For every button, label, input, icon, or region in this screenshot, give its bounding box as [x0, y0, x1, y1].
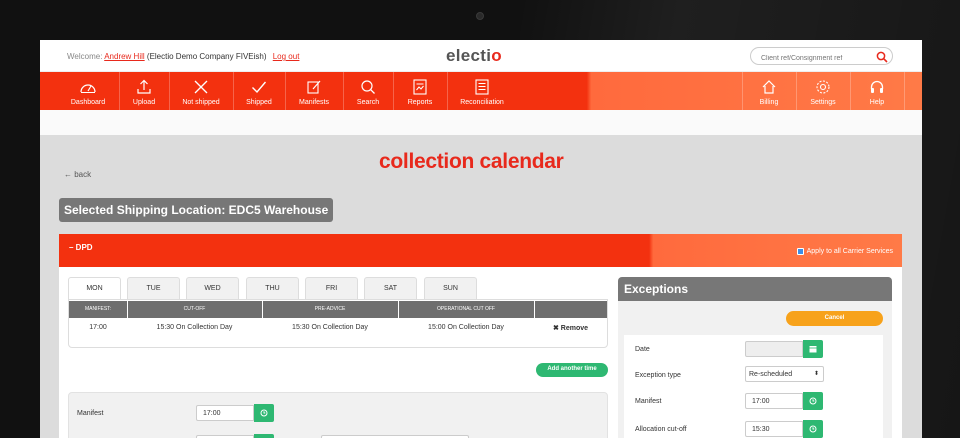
nav-reports[interactable]: Reports [394, 72, 446, 110]
exception-form: Date Exception type Re-scheduled ⬍ Manife… [624, 335, 883, 438]
subheader-strip [40, 110, 922, 135]
exception-type-value: Re-scheduled [749, 371, 793, 378]
date-input[interactable] [745, 341, 803, 357]
checkbox-icon[interactable] [796, 248, 804, 255]
logout-link[interactable]: Log out [273, 52, 300, 61]
nav-label: Not shipped [182, 99, 220, 106]
clock-icon[interactable] [254, 404, 274, 422]
nav-label: Search [356, 99, 380, 106]
exceptions-panel: Exceptions Cancel Date Exception type Re… [618, 277, 892, 438]
search-icon [360, 77, 376, 97]
allocation-cutoff-input[interactable]: 15:30 [745, 421, 803, 437]
tab-tue[interactable]: TUE [127, 277, 180, 299]
select-arrow-icon: ⬍ [813, 371, 819, 377]
nav-label: Dashboard [70, 99, 106, 106]
welcome-prefix: Welcome: [67, 52, 103, 61]
search-icon[interactable] [876, 50, 888, 63]
report-icon [413, 77, 427, 97]
exception-manifest-input[interactable]: 17:00 [745, 393, 803, 409]
nav-label: Shipped [246, 99, 272, 106]
col-divider [534, 301, 535, 318]
cell-cutoff: 15:30 On Collection Day [156, 324, 233, 331]
top-bar: Welcome: Andrew Hill (Electio Demo Compa… [40, 40, 922, 72]
back-link[interactable]: ← back [64, 170, 91, 179]
ledger-icon [475, 77, 489, 97]
clock-icon[interactable] [254, 434, 274, 438]
nav-label: Billing [759, 99, 779, 106]
calendar-icon[interactable] [803, 340, 823, 358]
nav-manifests[interactable]: Manifests [286, 72, 342, 110]
user-name-link[interactable]: Andrew Hill [104, 52, 144, 61]
nav-label: Upload [132, 99, 156, 106]
exception-type-select[interactable]: Re-scheduled ⬍ [745, 366, 824, 382]
cell-operational: 15:00 On Collection Day [428, 324, 504, 331]
nav-search[interactable]: Search [344, 72, 392, 110]
carrier-name[interactable]: – DPD [69, 243, 93, 252]
nav-dashboard[interactable]: Dashboard [58, 72, 118, 110]
nav-billing[interactable]: Billing [743, 72, 795, 110]
company-name: (Electio Demo Company FIVEish) [146, 52, 267, 61]
logo-main: electi [446, 46, 492, 65]
tab-fri[interactable]: FRI [305, 277, 358, 299]
manifest-label: Manifest [77, 410, 104, 417]
col-preadvice: PRE-ADVICE [314, 306, 346, 312]
tab-thu[interactable]: THU [246, 277, 299, 299]
page-title: collection calendar [379, 150, 564, 173]
exception-type-label: Exception type [635, 372, 681, 379]
date-label: Date [635, 346, 650, 353]
search-input[interactable] [750, 47, 893, 65]
tab-mon[interactable]: MON [68, 277, 121, 299]
cell-preadvice: 15:30 On Collection Day [292, 324, 368, 331]
tab-wed[interactable]: WED [186, 277, 239, 299]
home-icon [761, 77, 777, 97]
carrier-header[interactable]: – DPD Apply to all Carrier Services [59, 234, 902, 267]
tab-sat[interactable]: SAT [364, 277, 417, 299]
cancel-button[interactable]: Cancel [786, 311, 883, 326]
edit-icon [306, 77, 322, 97]
welcome-text: Welcome: Andrew Hill (Electio Demo Compa… [67, 52, 299, 61]
nav-label: Reconciliation [460, 99, 504, 106]
nav-settings[interactable]: Settings [797, 72, 849, 110]
nav-not-shipped[interactable]: Not shipped [170, 72, 232, 110]
col-operational: OPERATIONAL CUT OFF [437, 306, 495, 312]
nav-label: Reports [407, 99, 433, 106]
nav-upload[interactable]: Upload [120, 72, 168, 110]
exceptions-title: Exceptions [618, 277, 892, 301]
tab-sun[interactable]: SUN [424, 277, 477, 299]
clock-icon[interactable] [803, 392, 823, 410]
manifest-time-input[interactable]: 17:00 [196, 405, 254, 421]
cell-manifest: 17:00 [89, 324, 107, 331]
clock-icon[interactable] [803, 420, 823, 438]
logo-accent: o [491, 46, 502, 65]
apply-all-label: Apply to all Carrier Services [806, 248, 893, 255]
x-icon [193, 77, 209, 97]
headset-icon [869, 77, 885, 97]
allocation-cutoff-label: Allocation cut-off [635, 426, 687, 433]
nav-label: Settings [810, 99, 836, 106]
schedule-table: MANIFEST: CUT-OFF PRE-ADVICE OPERATIONAL… [68, 299, 608, 348]
check-icon [251, 77, 267, 97]
col-manifest: MANIFEST: [84, 306, 112, 312]
electio-logo[interactable]: electio [446, 46, 502, 66]
app-screen: Welcome: Andrew Hill (Electio Demo Compa… [40, 40, 922, 438]
nav-divider [904, 72, 905, 110]
gauge-icon [79, 77, 97, 97]
remove-button[interactable]: ✖ Remove [534, 324, 607, 332]
apply-all-checkbox[interactable]: Apply to all Carrier Services [796, 248, 893, 255]
nav-label: Help [869, 99, 885, 106]
gear-icon [815, 77, 831, 97]
schedule-header: MANIFEST: CUT-OFF PRE-ADVICE OPERATIONAL… [69, 301, 607, 318]
time-form: Manifest 17:00 [68, 392, 608, 438]
nav-label: Manifests [299, 99, 329, 106]
nav-shipped[interactable]: Shipped [234, 72, 284, 110]
upload-icon [136, 77, 152, 97]
add-another-time-button[interactable]: Add another time [536, 363, 608, 377]
nav-help[interactable]: Help [851, 72, 903, 110]
col-cutoff: CUT-OFF [183, 306, 206, 312]
nav-reconciliation[interactable]: Reconciliation [448, 72, 516, 110]
shipping-location-label: Selected Shipping Location: EDC5 Warehou… [59, 198, 333, 222]
main-nav: Dashboard Upload Not shipped Shipped Man… [40, 72, 922, 110]
exception-manifest-label: Manifest [635, 398, 662, 405]
camera-dot [476, 12, 484, 20]
